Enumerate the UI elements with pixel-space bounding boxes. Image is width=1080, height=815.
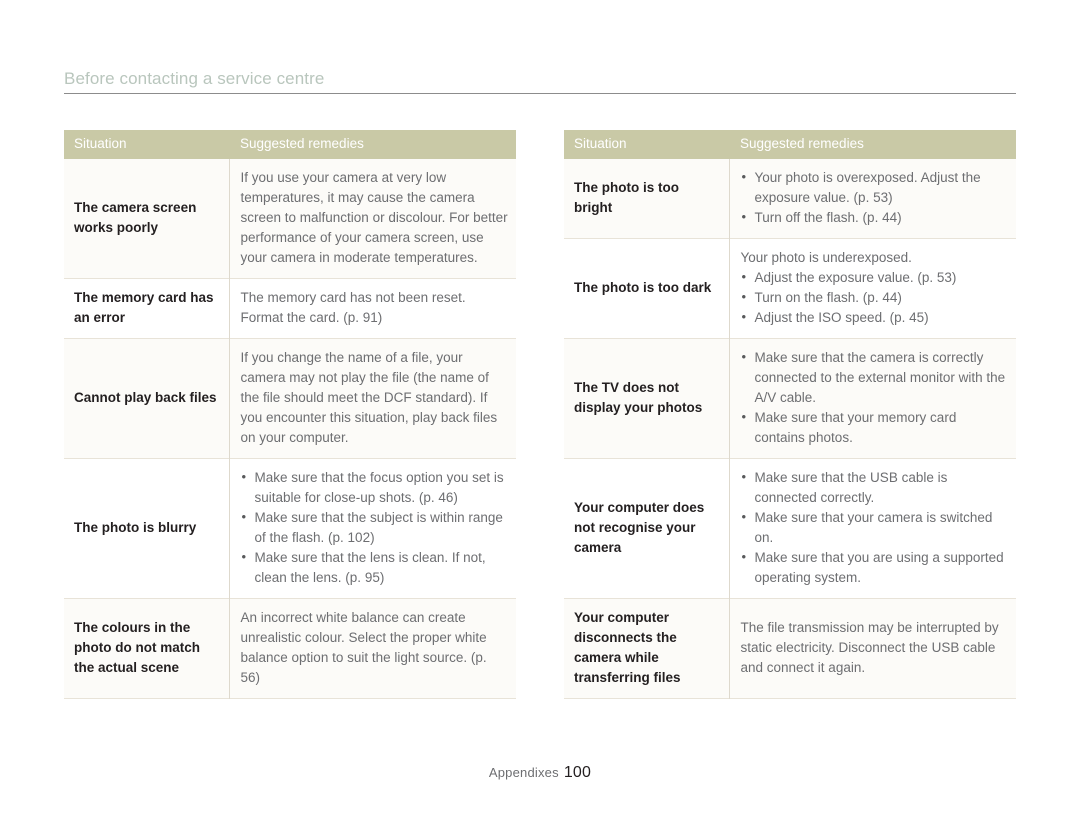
cell-situation: The photo is blurry <box>64 458 229 599</box>
cell-remedy: If you use your camera at very low tempe… <box>228 159 516 279</box>
table-header-row: Situation Suggested remedies <box>564 130 1016 159</box>
cell-situation: The photo is too bright <box>564 159 729 239</box>
remedy-bullet-list: Make sure that the USB cable is connecte… <box>741 467 1009 588</box>
column-header-situation: Situation <box>564 130 729 159</box>
cell-remedy: The memory card has not been reset. Form… <box>228 278 516 339</box>
page-title: Before contacting a service centre <box>64 69 325 88</box>
remedy-bullet-item: Make sure that the lens is clean. If not… <box>241 547 509 588</box>
table-row: Your computer disconnects the camera whi… <box>564 598 1016 699</box>
cell-situation: Your computer disconnects the camera whi… <box>564 598 729 699</box>
footer-page-number: 100 <box>563 764 592 781</box>
column-header-remedies: Suggested remedies <box>229 130 516 159</box>
table-row: The photo is too dark Your photo is under… <box>564 238 1016 339</box>
page-footer: Appendixes 100 <box>0 764 1080 782</box>
remedy-bullet-item: Your photo is overexposed. Adjust the ex… <box>741 167 1009 208</box>
remedy-bullet-list: Make sure that the focus option you set … <box>241 467 509 588</box>
cell-situation: Cannot play back files <box>64 338 229 459</box>
column-header-situation: Situation <box>64 130 229 159</box>
remedy-text: The memory card has not been reset. Form… <box>240 290 466 325</box>
remedy-bullet-item: Make sure that the USB cable is connecte… <box>741 467 1009 508</box>
remedy-bullet-item: Make sure that your camera is switched o… <box>741 507 1009 548</box>
remedy-bullet-list: Your photo is overexposed. Adjust the ex… <box>741 167 1009 228</box>
remedy-text: If you use your camera at very low tempe… <box>240 170 508 265</box>
cell-remedy: Your photo is underexposed. Adjust the ex… <box>728 238 1016 339</box>
remedy-bullet-item: Make sure that the camera is correctly c… <box>741 347 1009 408</box>
cell-situation: The memory card has an error <box>64 278 229 339</box>
footer-section-label: Appendixes <box>488 765 559 780</box>
table-row: Your computer does not recognise your ca… <box>564 458 1016 599</box>
troubleshooting-table-right: Situation Suggested remedies The photo i… <box>564 130 1016 699</box>
table-row: The photo is blurry Make sure that the fo… <box>64 458 516 599</box>
header-rule <box>64 93 1016 94</box>
cell-remedy: Make sure that the focus option you set … <box>228 458 516 599</box>
table-row: The photo is too bright Your photo is ove… <box>564 159 1016 239</box>
remedy-text: Your photo is underexposed. <box>740 250 912 265</box>
remedy-bullet-item: Make sure that the focus option you set … <box>241 467 509 508</box>
tables-container: Situation Suggested remedies The camera … <box>64 130 1016 699</box>
cell-situation: Your computer does not recognise your ca… <box>564 458 729 599</box>
cell-remedy: Your photo is overexposed. Adjust the ex… <box>728 159 1016 239</box>
remedy-bullet-item: Make sure that you are using a supported… <box>741 547 1009 588</box>
table-row: The camera screen works poorly If you use… <box>64 159 516 279</box>
remedy-bullet-item: Adjust the ISO speed. (p. 45) <box>741 307 1009 328</box>
troubleshooting-table-left: Situation Suggested remedies The camera … <box>64 130 516 699</box>
cell-remedy: Make sure that the camera is correctly c… <box>728 338 1016 459</box>
table-row: The colours in the photo do not match th… <box>64 598 516 699</box>
remedy-bullet-item: Turn off the flash. (p. 44) <box>741 207 1009 228</box>
remedy-bullet-list: Make sure that the camera is correctly c… <box>741 347 1009 448</box>
table-row: The memory card has an error The memory c… <box>64 278 516 339</box>
cell-remedy: Make sure that the USB cable is connecte… <box>728 458 1016 599</box>
column-header-remedies: Suggested remedies <box>729 130 1016 159</box>
table-header-row: Situation Suggested remedies <box>64 130 516 159</box>
remedy-bullet-list: Adjust the exposure value. (p. 53)Turn o… <box>741 267 1009 328</box>
remedy-bullet-item: Make sure that the subject is within ran… <box>241 507 509 548</box>
table-row: The TV does not display your photosMake … <box>564 338 1016 459</box>
cell-situation: The colours in the photo do not match th… <box>64 598 229 699</box>
remedy-bullet-item: Adjust the exposure value. (p. 53) <box>741 267 1009 288</box>
cell-situation: The TV does not display your photos <box>564 338 729 459</box>
page-header: Before contacting a service centre <box>64 68 1016 94</box>
cell-situation: The camera screen works poorly <box>64 159 229 279</box>
cell-remedy: If you change the name of a file, your c… <box>228 338 516 459</box>
cell-remedy: An incorrect white balance can create un… <box>228 598 516 699</box>
remedy-text: An incorrect white balance can create un… <box>240 610 487 685</box>
cell-remedy: The file transmission may be interrupted… <box>728 598 1016 699</box>
cell-situation: The photo is too dark <box>564 238 729 339</box>
remedy-text: The file transmission may be interrupted… <box>740 620 999 675</box>
manual-page: Before contacting a service centre Situa… <box>0 0 1080 815</box>
remedy-bullet-item: Turn on the flash. (p. 44) <box>741 287 1009 308</box>
table-body-right: The photo is too bright Your photo is ove… <box>564 159 1016 699</box>
remedy-bullet-item: Make sure that your memory card contains… <box>741 407 1009 448</box>
remedy-text: If you change the name of a file, your c… <box>240 350 498 445</box>
table-body-left: The camera screen works poorly If you use… <box>64 159 516 699</box>
table-row: Cannot play back files If you change the … <box>64 338 516 459</box>
